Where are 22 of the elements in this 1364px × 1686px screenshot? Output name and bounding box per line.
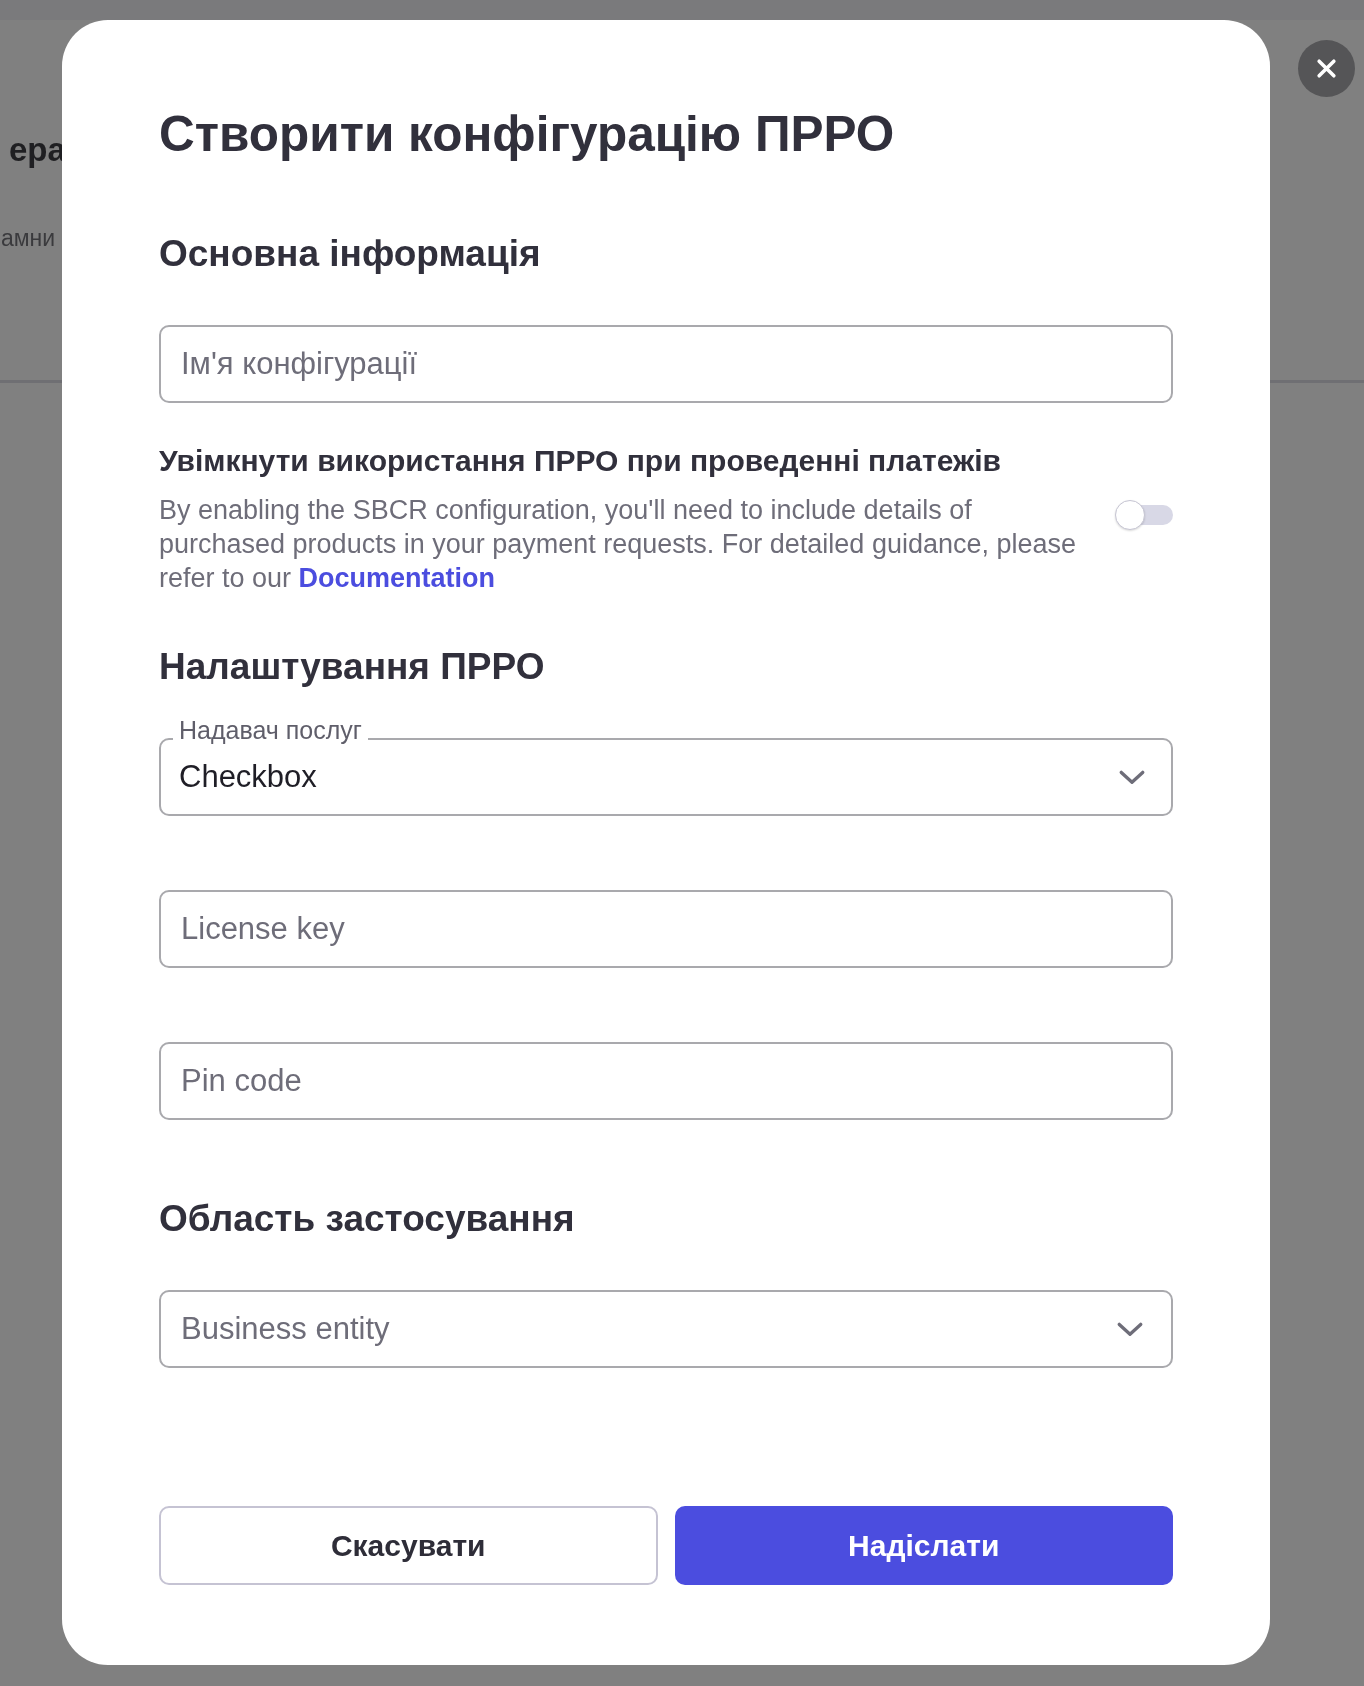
section-heading: Основна інформація <box>159 232 541 276</box>
submit-button[interactable]: Надіслати <box>674 1506 1173 1585</box>
documentation-link[interactable]: Documentation <box>298 563 496 593</box>
chevron-down-icon <box>1117 1321 1143 1337</box>
toggle-switch[interactable] <box>1115 500 1173 530</box>
section-heading: Налаштування ПРРО <box>159 645 545 689</box>
dropdown-placeholder: Business entity <box>181 1311 390 1347</box>
text-field[interactable]: Pin code <box>159 1042 1173 1120</box>
dropdown-value: Checkbox <box>179 759 317 795</box>
dropdown[interactable]: Надавач послуг Checkbox <box>159 716 1173 816</box>
page-text-fragment: амни <box>1 224 57 253</box>
dropdown[interactable]: Business entity <box>159 1290 1173 1368</box>
chevron-down-icon <box>1119 769 1145 785</box>
dialog-title: Створити конфігурацію ПРРО <box>159 105 895 163</box>
section-heading: Область застосування <box>159 1197 575 1241</box>
close-icon <box>1316 58 1337 79</box>
text-field[interactable]: Ім'я конфігурації <box>159 325 1173 403</box>
setting-label: Увімкнути використання ПРРО при проведенні платежів <box>159 443 1001 479</box>
cancel-button[interactable]: Скасувати <box>159 1506 658 1585</box>
close-button[interactable] <box>1298 40 1355 97</box>
setting-description: By enabling the SBCR configuration, you'll need to include details of purchased products in your payment requests. For detailed guidance, please refer to our Documentation <box>159 494 1078 595</box>
text-field[interactable]: License key <box>159 890 1173 968</box>
